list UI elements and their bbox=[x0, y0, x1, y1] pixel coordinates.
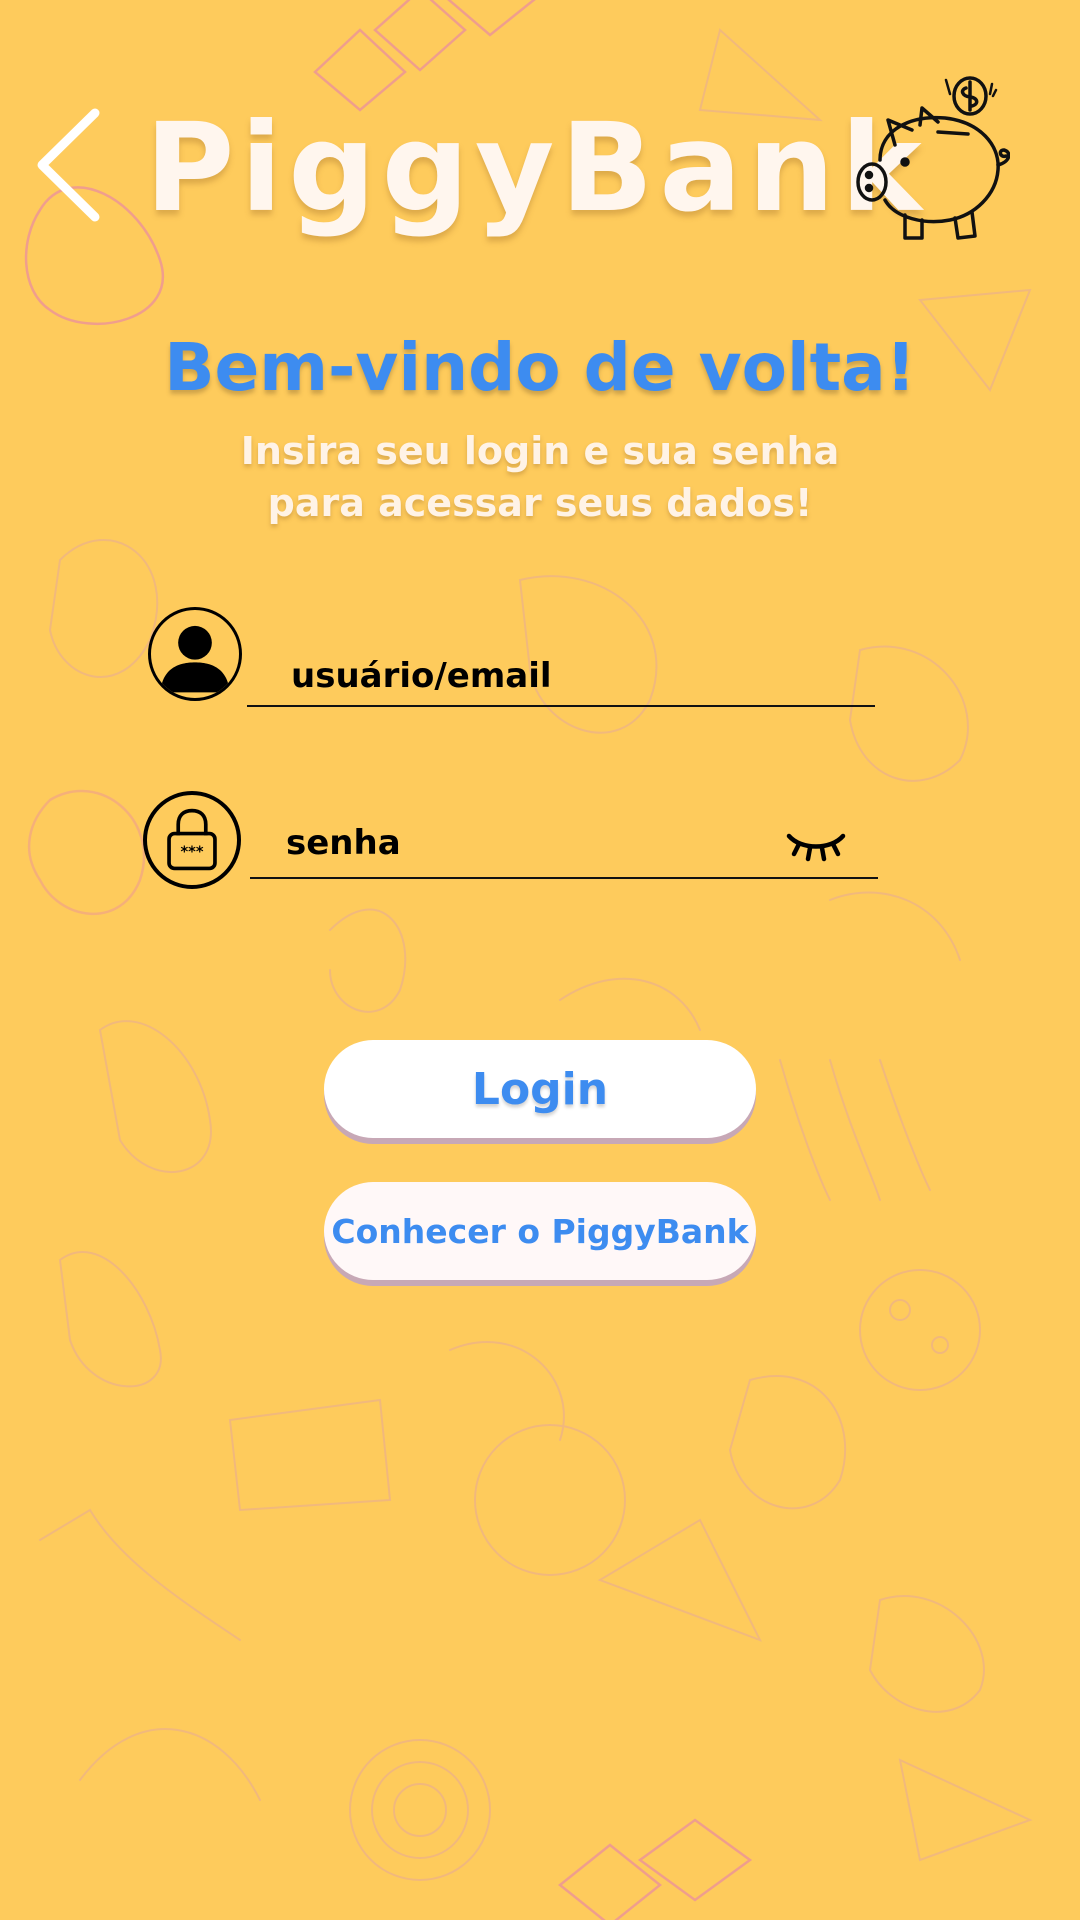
lock-icon: *** bbox=[143, 791, 241, 889]
welcome-subtitle: Insira seu login e sua senha para acessa… bbox=[240, 429, 840, 525]
piggy-bank-icon bbox=[850, 70, 1011, 250]
app-title: PiggyBank bbox=[145, 97, 928, 239]
username-field[interactable] bbox=[247, 655, 875, 707]
about-piggybank-button[interactable]: Conhecer o PiggyBank bbox=[324, 1182, 756, 1280]
password-field[interactable] bbox=[250, 817, 878, 879]
svg-text:***: *** bbox=[180, 844, 203, 861]
login-button[interactable]: Login bbox=[324, 1040, 756, 1138]
eye-closed-icon[interactable] bbox=[785, 826, 847, 862]
back-button[interactable] bbox=[30, 105, 110, 225]
welcome-title: Bem-vindo de volta! bbox=[164, 329, 916, 406]
background-doodles bbox=[24, 0, 1033, 1920]
chevron-left-icon bbox=[37, 108, 100, 222]
user-icon bbox=[148, 607, 242, 701]
